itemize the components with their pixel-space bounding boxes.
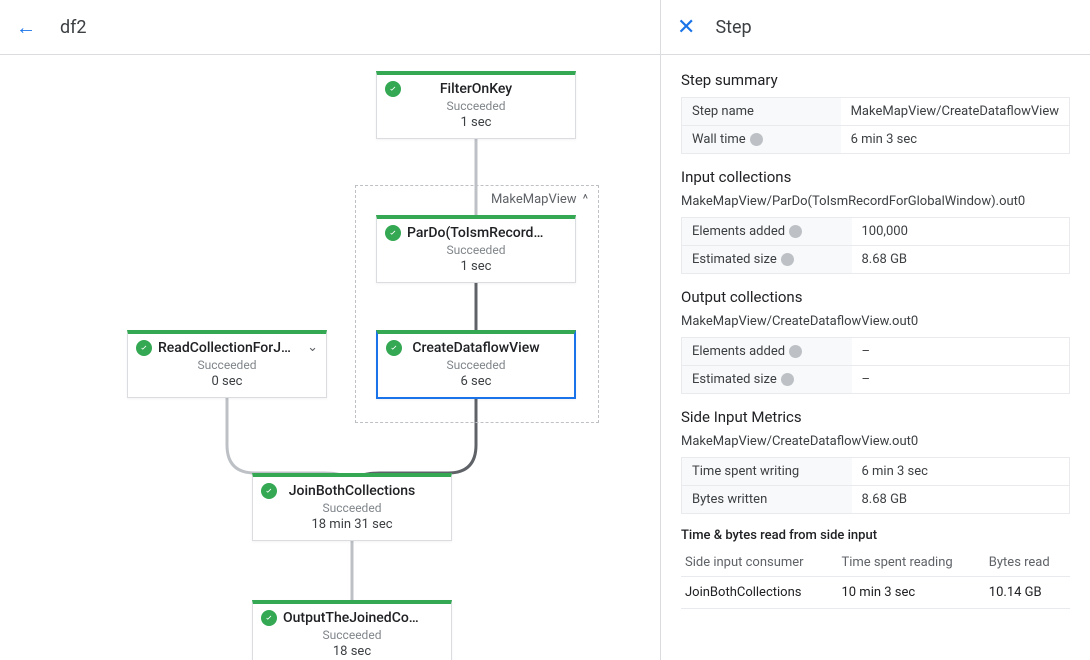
chevron-up-icon: ^ bbox=[583, 192, 588, 207]
col-time: Time spent reading bbox=[837, 549, 984, 577]
wall-time-label: Wall time bbox=[692, 132, 746, 147]
node-create-dataflow-view[interactable]: CreateDataflowView Succeeded 6 sec bbox=[376, 330, 576, 399]
estimated-size-label: Estimated size bbox=[692, 252, 777, 267]
success-icon bbox=[261, 483, 277, 499]
read-heading: Time & bytes read from side input bbox=[681, 528, 1070, 543]
node-title: OutputTheJoinedCollec… bbox=[263, 610, 441, 626]
output-collections-heading: Output collections bbox=[681, 288, 1070, 306]
node-title: JoinBothCollections bbox=[263, 483, 441, 499]
success-icon bbox=[385, 225, 401, 241]
estimated-size-value: 8.68 GB bbox=[852, 246, 1070, 274]
col-consumer: Side input consumer bbox=[681, 549, 837, 577]
node-status: Succeeded bbox=[138, 358, 316, 372]
side-input-read-table: Side input consumer Time spent reading B… bbox=[681, 549, 1070, 609]
node-status: Succeeded bbox=[388, 358, 564, 372]
panel-title: Step bbox=[715, 17, 751, 38]
input-path: MakeMapView/ParDo(ToIsmRecordForGlobalWi… bbox=[681, 194, 1070, 209]
col-bytes: Bytes read bbox=[985, 549, 1070, 577]
node-join-both-collections[interactable]: JoinBothCollections Succeeded 18 min 31 … bbox=[252, 473, 452, 541]
elements-added-value: – bbox=[852, 338, 1070, 366]
close-icon[interactable]: ✕ bbox=[677, 15, 695, 40]
job-name: df2 bbox=[60, 17, 87, 38]
back-arrow-icon[interactable]: ← bbox=[16, 15, 36, 40]
time-cell: 10 min 3 sec bbox=[837, 577, 984, 609]
side-input-heading: Side Input Metrics bbox=[681, 408, 1070, 426]
time-writing-value: 6 min 3 sec bbox=[852, 458, 1070, 486]
step-summary-heading: Step summary bbox=[681, 71, 1070, 89]
step-name-label: Step name bbox=[682, 98, 841, 126]
node-time: 6 sec bbox=[388, 374, 564, 389]
input-collections-heading: Input collections bbox=[681, 168, 1070, 186]
node-output-joined[interactable]: OutputTheJoinedCollec… Succeeded 18 sec bbox=[252, 600, 452, 660]
time-writing-label: Time spent writing bbox=[682, 458, 852, 486]
side-panel: ✕ Step Step summary Step name MakeMapVie… bbox=[660, 0, 1090, 660]
estimated-size-label: Estimated size bbox=[692, 372, 777, 387]
success-icon bbox=[385, 81, 401, 97]
elements-added-value: 100,000 bbox=[852, 218, 1070, 246]
step-name-value: MakeMapView/CreateDataflowView bbox=[841, 98, 1070, 126]
node-time: 1 sec bbox=[387, 115, 565, 130]
success-icon bbox=[136, 340, 152, 356]
node-status: Succeeded bbox=[263, 628, 441, 642]
estimated-size-value: – bbox=[852, 366, 1070, 394]
node-read-collection[interactable]: ⌄ ReadCollectionForJoin Succeeded 0 sec bbox=[127, 330, 327, 398]
help-icon[interactable] bbox=[781, 253, 794, 266]
help-icon[interactable] bbox=[781, 373, 794, 386]
step-summary-table: Step name MakeMapView/CreateDataflowView… bbox=[681, 97, 1070, 154]
consumer-cell: JoinBothCollections bbox=[681, 577, 837, 609]
success-icon bbox=[261, 610, 277, 626]
success-icon bbox=[386, 340, 402, 356]
wall-time-value: 6 min 3 sec bbox=[841, 126, 1070, 154]
pipeline-graph[interactable]: MakeMapView ^ FilterOnKey Succeeded 1 se… bbox=[0, 55, 660, 660]
table-row: JoinBothCollections10 min 3 sec10.14 GB bbox=[681, 577, 1070, 609]
node-status: Succeeded bbox=[263, 501, 441, 515]
output-table: Elements added – Estimated size – bbox=[681, 337, 1070, 394]
node-time: 18 sec bbox=[263, 644, 441, 659]
help-icon[interactable] bbox=[789, 345, 802, 358]
side-input-table: Time spent writing 6 min 3 sec Bytes wri… bbox=[681, 457, 1070, 514]
output-path: MakeMapView/CreateDataflowView.out0 bbox=[681, 314, 1070, 329]
node-time: 18 min 31 sec bbox=[263, 517, 441, 532]
node-title: ParDo(ToIsmRecordFor… bbox=[387, 225, 565, 241]
node-title: FilterOnKey bbox=[387, 81, 565, 97]
bytes-written-label: Bytes written bbox=[682, 486, 852, 514]
help-icon[interactable] bbox=[789, 225, 802, 238]
input-table: Elements added 100,000 Estimated size 8.… bbox=[681, 217, 1070, 274]
group-header[interactable]: MakeMapView ^ bbox=[491, 192, 588, 207]
elements-added-label: Elements added bbox=[692, 224, 785, 239]
node-status: Succeeded bbox=[387, 243, 565, 257]
side-input-path: MakeMapView/CreateDataflowView.out0 bbox=[681, 434, 1070, 449]
node-filter-on-key[interactable]: FilterOnKey Succeeded 1 sec bbox=[376, 71, 576, 139]
bytes-cell: 10.14 GB bbox=[985, 577, 1070, 609]
node-time: 1 sec bbox=[387, 259, 565, 274]
node-title: ReadCollectionForJoin bbox=[138, 340, 316, 356]
chevron-down-icon[interactable]: ⌄ bbox=[307, 340, 318, 355]
elements-added-label: Elements added bbox=[692, 344, 785, 359]
bytes-written-value: 8.68 GB bbox=[852, 486, 1070, 514]
node-title: CreateDataflowView bbox=[388, 340, 564, 356]
node-pardo[interactable]: ParDo(ToIsmRecordFor… Succeeded 1 sec bbox=[376, 215, 576, 283]
node-status: Succeeded bbox=[387, 99, 565, 113]
node-time: 0 sec bbox=[138, 374, 316, 389]
panel-header: ✕ Step bbox=[661, 0, 1090, 55]
group-label: MakeMapView bbox=[491, 192, 577, 207]
help-icon[interactable] bbox=[750, 133, 763, 146]
